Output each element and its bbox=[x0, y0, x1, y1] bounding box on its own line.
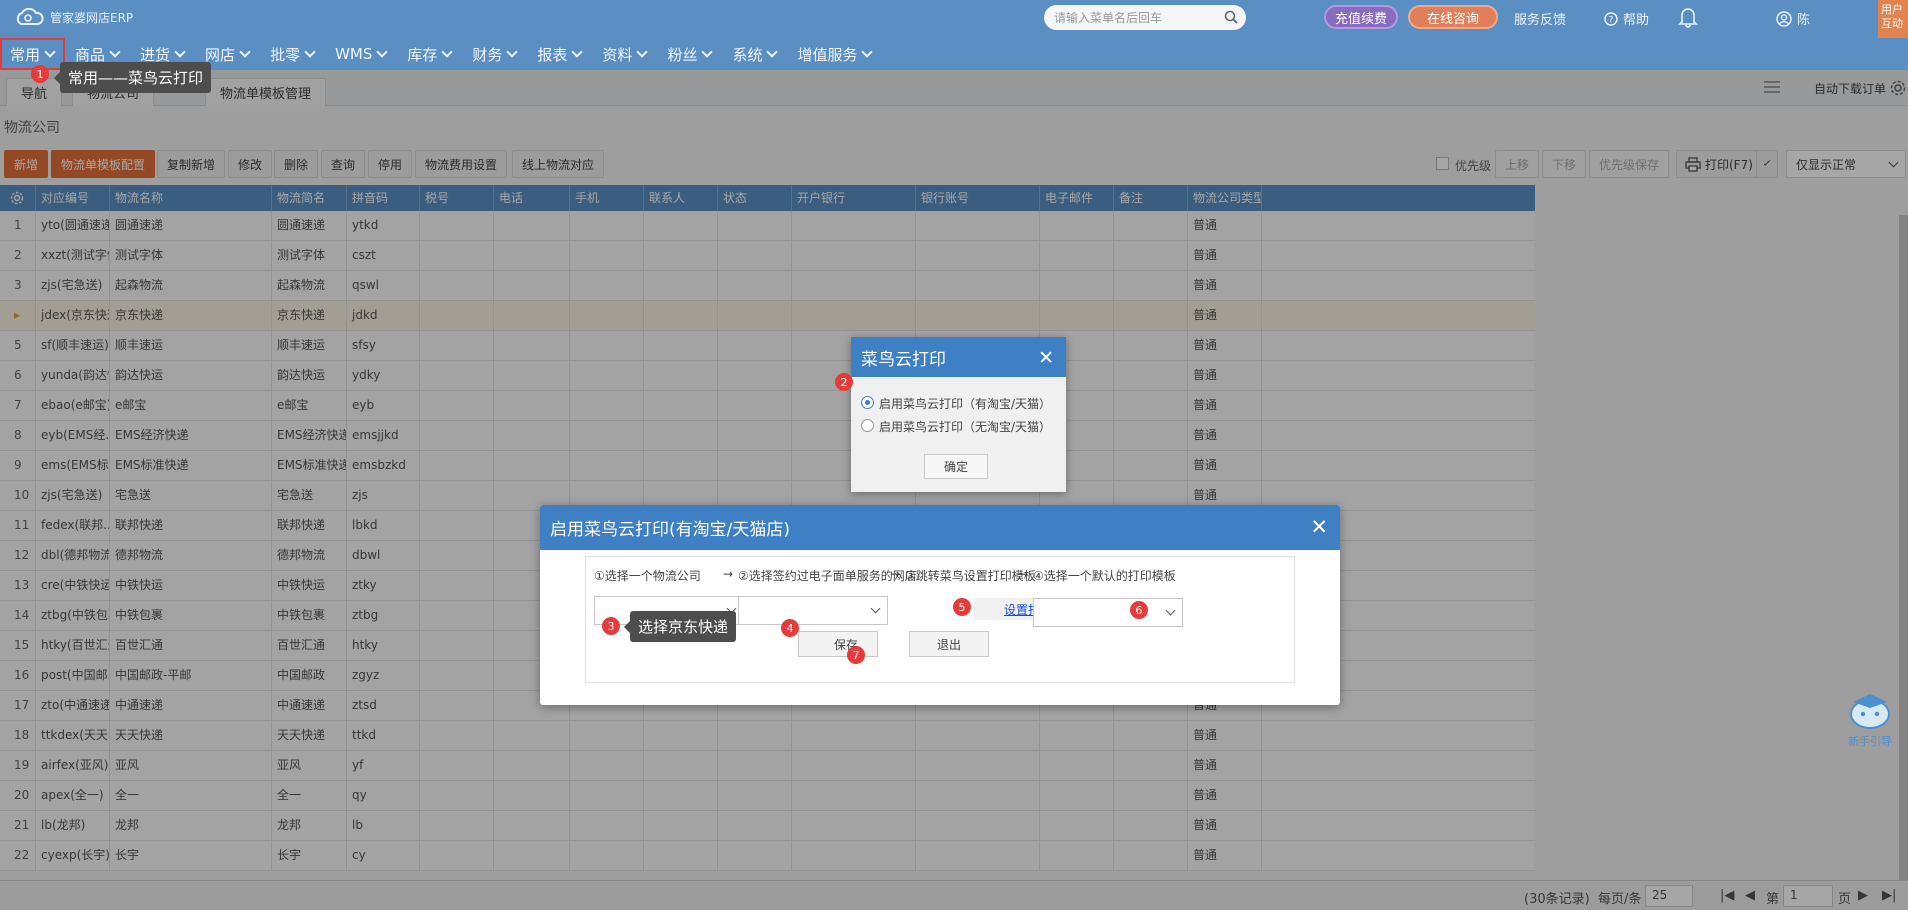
feedback-label: 服务反馈 bbox=[1514, 13, 1567, 28]
save-button[interactable]: 保存 bbox=[798, 631, 878, 657]
confirm-button[interactable]: 确定 bbox=[924, 454, 988, 479]
step-marker-4: 4 bbox=[781, 619, 799, 637]
chevron-down-icon bbox=[1165, 605, 1176, 616]
user-menu[interactable]: 陈 bbox=[1776, 9, 1810, 28]
svg-text:?: ? bbox=[1609, 15, 1614, 25]
menu-item-11[interactable]: 系统 bbox=[722, 38, 787, 70]
chevron-down-icon bbox=[44, 46, 56, 58]
chevron-down-icon bbox=[109, 46, 121, 58]
step3-label: ③跳转菜鸟设置打印模板 bbox=[905, 569, 1036, 583]
help-link[interactable]: ? 帮助 bbox=[1604, 9, 1649, 28]
menu-item-label: 粉丝 bbox=[667, 45, 698, 64]
chevron-down-icon bbox=[571, 46, 584, 58]
enable-dialog-title: 启用菜鸟云打印(有淘宝/天猫店) bbox=[550, 520, 790, 540]
chevron-down-icon bbox=[766, 46, 779, 58]
menu-item-0[interactable]: 常用 bbox=[0, 38, 66, 70]
menu-item-label: 网店 bbox=[205, 45, 236, 64]
chevron-down-icon bbox=[376, 46, 389, 58]
tooltip-common-cainiao: 常用——菜鸟云打印 bbox=[53, 62, 212, 93]
step-marker-5: 5 bbox=[953, 598, 971, 616]
step-marker-3: 3 bbox=[602, 617, 620, 635]
tooltip-select-jd: 选择京东快递 bbox=[623, 611, 737, 642]
close-icon[interactable]: ✕ bbox=[1038, 347, 1054, 369]
step4-label: ④选择一个默认的打印模板 bbox=[1033, 569, 1176, 583]
exit-button[interactable]: 退出 bbox=[909, 631, 989, 657]
chevron-down-icon bbox=[441, 46, 454, 58]
option-with-taobao-label[interactable]: 启用菜鸟云打印（有淘宝/天猫） bbox=[879, 395, 1051, 412]
menu-item-5[interactable]: WMS bbox=[325, 38, 397, 70]
step1-label: ①选择一个物流公司 bbox=[594, 569, 701, 583]
step-arrow: → bbox=[890, 567, 901, 581]
step-marker-1: 1 bbox=[31, 65, 49, 83]
menu-item-label: 报表 bbox=[537, 45, 568, 64]
step-marker-6: 6 bbox=[1130, 601, 1148, 619]
newbie-guide-label: 新手引导 bbox=[1848, 735, 1892, 748]
help-icon: ? bbox=[1604, 11, 1618, 26]
step-arrow: → bbox=[723, 567, 734, 581]
menu-item-8[interactable]: 报表 bbox=[527, 38, 592, 70]
chevron-down-icon bbox=[304, 46, 316, 58]
cainiao-print-dialog: 菜鸟云打印 ✕ 启用菜鸟云打印（有淘宝/天猫） 启用菜鸟云打印（无淘宝/天猫） … bbox=[851, 337, 1066, 492]
app-logo: 管家婆网店ERP bbox=[14, 8, 133, 26]
menu-item-6[interactable]: 库存 bbox=[397, 38, 462, 70]
menu-item-10[interactable]: 粉丝 bbox=[657, 38, 722, 70]
feedback-link[interactable]: 服务反馈 bbox=[1514, 9, 1566, 28]
recharge-button[interactable]: 充值续费 bbox=[1324, 5, 1398, 29]
enable-cainiao-dialog: 启用菜鸟云打印(有淘宝/天猫店) ✕ ①选择一个物流公司 → ②选择签约过电子面… bbox=[540, 505, 1340, 705]
menu-item-label: 财务 bbox=[472, 45, 503, 64]
option-without-taobao-radio[interactable] bbox=[861, 419, 874, 432]
menu-item-label: WMS bbox=[335, 45, 373, 63]
shop-select[interactable] bbox=[738, 596, 888, 625]
cloud-logo-icon bbox=[16, 8, 44, 25]
app-logo-text: 管家婆网店ERP bbox=[50, 10, 134, 25]
mascot-icon bbox=[1850, 694, 1890, 729]
menu-item-label: 批零 bbox=[270, 45, 301, 64]
menu-item-label: 增值服务 bbox=[797, 45, 858, 64]
step-arrow: → bbox=[1018, 567, 1029, 581]
top-bar: 管家婆网店ERP 请输入菜单名后回车 充值续费 在线咨询 服务反馈 ? 帮助 陈… bbox=[0, 0, 1908, 70]
chevron-down-icon bbox=[701, 46, 714, 58]
menu-item-label: 库存 bbox=[407, 45, 438, 64]
help-label: 帮助 bbox=[1623, 13, 1650, 28]
chevron-down-icon bbox=[636, 46, 649, 58]
search-placeholder: 请输入菜单名后回车 bbox=[1054, 11, 1163, 25]
menu-item-12[interactable]: 增值服务 bbox=[787, 38, 882, 70]
chevron-down-icon bbox=[861, 46, 874, 58]
menu-item-7[interactable]: 财务 bbox=[462, 38, 527, 70]
newbie-guide[interactable]: 新手引导 bbox=[1835, 690, 1905, 749]
menu-item-9[interactable]: 资料 bbox=[592, 38, 657, 70]
menu-item-label: 常用 bbox=[10, 45, 41, 64]
menu-item-4[interactable]: 批零 bbox=[260, 38, 325, 70]
chevron-down-icon bbox=[506, 46, 519, 58]
cainiao-dialog-title: 菜鸟云打印 bbox=[861, 349, 946, 370]
enable-dialog-header: 启用菜鸟云打印(有淘宝/天猫店) ✕ bbox=[540, 505, 1340, 550]
online-consult-button[interactable]: 在线咨询 bbox=[1408, 5, 1498, 29]
close-icon[interactable]: ✕ bbox=[1310, 515, 1328, 539]
option-with-taobao-radio[interactable] bbox=[861, 396, 874, 409]
step-marker-2: 2 bbox=[835, 373, 853, 391]
cainiao-dialog-header: 菜鸟云打印 ✕ bbox=[851, 337, 1066, 377]
user-name: 陈 bbox=[1797, 13, 1811, 28]
search-icon[interactable] bbox=[1224, 10, 1238, 24]
chevron-down-icon bbox=[239, 46, 251, 58]
menu-search-input[interactable]: 请输入菜单名后回车 bbox=[1044, 5, 1246, 30]
menu-item-label: 系统 bbox=[732, 45, 763, 64]
chevron-down-icon bbox=[174, 46, 186, 58]
user-icon bbox=[1776, 10, 1792, 27]
user-interaction-corner[interactable]: 用户互动 bbox=[1878, 0, 1908, 38]
default-template-select[interactable] bbox=[1033, 598, 1183, 627]
notification-button[interactable] bbox=[1678, 6, 1698, 28]
chevron-down-icon bbox=[870, 603, 881, 614]
step-marker-7: 7 bbox=[847, 646, 865, 664]
bell-icon[interactable] bbox=[1678, 6, 1698, 28]
menu-item-label: 资料 bbox=[602, 45, 633, 64]
option-without-taobao-label[interactable]: 启用菜鸟云打印（无淘宝/天猫） bbox=[879, 418, 1051, 435]
